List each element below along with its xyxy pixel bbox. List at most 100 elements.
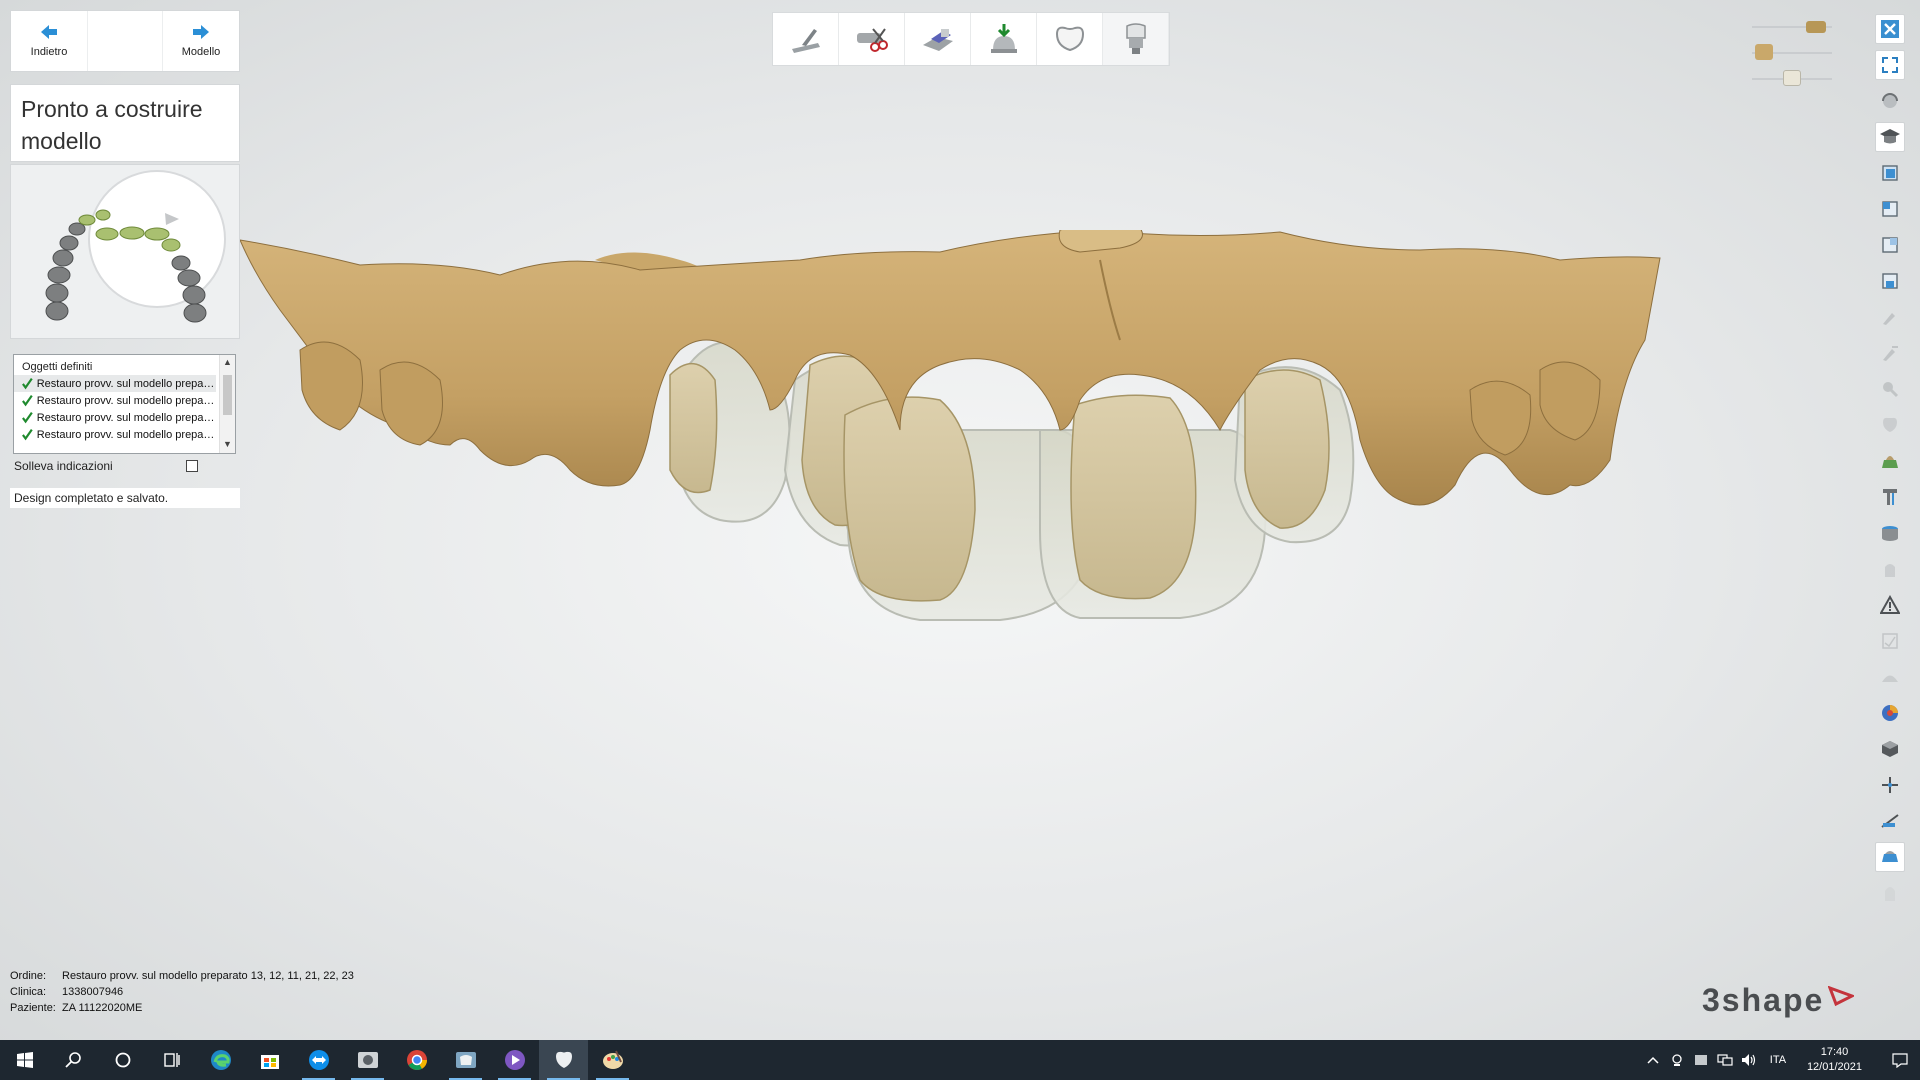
scroll-thumb[interactable] — [223, 375, 232, 415]
tooth-transparency-slider[interactable] — [1752, 70, 1832, 86]
dental-model-button[interactable] — [1875, 842, 1905, 872]
search-button[interactable] — [49, 1040, 98, 1080]
view-top-button[interactable] — [1875, 158, 1905, 188]
tooth-library-button[interactable] — [1875, 410, 1905, 440]
windows-logo-icon — [16, 1052, 33, 1068]
sculpt-icon — [1883, 346, 1898, 361]
windows-taskbar: ITA 17:40 12/01/2021 — [0, 1040, 1920, 1080]
checkmark-icon — [22, 377, 33, 390]
brand-name: 3shape — [1702, 982, 1825, 1018]
taskbar-dental-system[interactable] — [441, 1040, 490, 1080]
cortana-button[interactable] — [98, 1040, 147, 1080]
scissors-tool-button[interactable] — [839, 13, 905, 65]
network-tray-icon[interactable] — [1713, 1053, 1737, 1067]
taskbar-media-player[interactable] — [490, 1040, 539, 1080]
chevron-up-icon[interactable]: ▲ — [223, 357, 232, 367]
download-model-icon — [990, 24, 1017, 53]
scanner-tray-icon[interactable] — [1689, 1053, 1713, 1067]
action-center-icon[interactable] — [1880, 1052, 1920, 1068]
list-item[interactable]: Restauro provv. sul modello preparato 13 — [14, 375, 216, 392]
taskbar-teamviewer[interactable] — [294, 1040, 343, 1080]
3d-viewport[interactable] — [239, 223, 1700, 690]
taskbar-store[interactable] — [245, 1040, 294, 1080]
list-item[interactable]: Restauro provv. sul modello preparato 12 — [14, 392, 216, 409]
scissors-tool-icon — [856, 28, 888, 52]
taskbar-edge[interactable] — [196, 1040, 245, 1080]
order-value: Restauro provv. sul modello preparato 13… — [62, 970, 354, 982]
model-base-button[interactable] — [905, 13, 971, 65]
jaw-overview-thumbnail[interactable] — [10, 164, 240, 339]
objects-scrollbar[interactable]: ▲ ▼ — [219, 355, 235, 453]
color-map-button[interactable] — [1875, 698, 1905, 728]
model-slider-knob[interactable] — [1806, 21, 1826, 33]
view-side-button[interactable] — [1875, 230, 1905, 260]
task-view-icon — [163, 1053, 180, 1067]
sculpt-add-button[interactable] — [1875, 302, 1905, 332]
model-transparency-slider[interactable] — [1752, 21, 1832, 33]
workflow-toolbar — [772, 12, 1170, 66]
sculpt-remove-button[interactable] — [1875, 338, 1905, 368]
dental-model-render — [239, 223, 1661, 621]
smooth-tool-button[interactable] — [1875, 374, 1905, 404]
raise-indications-checkbox[interactable] — [186, 460, 198, 472]
tray-chevron-up-icon[interactable] — [1641, 1056, 1665, 1064]
clip-plane-icon — [1882, 633, 1898, 649]
clip-plane-button[interactable] — [1875, 626, 1905, 656]
restoration-transparency-slider[interactable] — [1752, 44, 1832, 60]
gingiva-view-button[interactable] — [1875, 662, 1905, 692]
order-key: Ordine: — [10, 970, 47, 982]
list-item[interactable]: Restauro provv. sul modello preparato 11 — [14, 409, 216, 426]
measure-button[interactable] — [1875, 482, 1905, 512]
volume-tray-icon[interactable] — [1737, 1053, 1761, 1067]
camera-app-icon — [357, 1052, 378, 1068]
list-item[interactable]: Restauro provv. sul modello preparato 21 — [14, 426, 216, 443]
tooth-slider-knob[interactable] — [1783, 70, 1801, 86]
clinic-key: Clinica: — [10, 986, 47, 998]
checkmark-icon — [22, 394, 33, 407]
view-front-button[interactable] — [1875, 194, 1905, 224]
raise-indications-row: Solleva indicazioni — [14, 459, 198, 473]
axis-button[interactable] — [1875, 770, 1905, 800]
taskbar-chrome[interactable] — [392, 1040, 441, 1080]
webcam-tray-icon[interactable] — [1665, 1053, 1689, 1067]
model-view-button[interactable] — [1875, 446, 1905, 476]
download-model-button[interactable] — [971, 13, 1037, 65]
preparation-view-button[interactable] — [1875, 554, 1905, 584]
fullscreen-icon — [1882, 57, 1898, 73]
next-button[interactable]: Modello — [163, 11, 239, 71]
tooth-icon — [1883, 417, 1897, 432]
tutorial-button[interactable] — [1875, 122, 1905, 152]
back-button[interactable]: Indietro — [11, 11, 87, 71]
knife-tool-button[interactable] — [773, 13, 839, 65]
crown-tooth-button[interactable] — [1037, 13, 1103, 65]
chevron-down-icon[interactable]: ▼ — [223, 439, 232, 449]
input-language[interactable]: ITA — [1761, 1054, 1795, 1066]
clinic-value: 1338007946 — [62, 986, 124, 998]
taskbar-dental-designer[interactable] — [539, 1040, 588, 1080]
view-bottom-button[interactable] — [1875, 266, 1905, 296]
taskbar-clock[interactable]: 17:40 12/01/2021 — [1807, 1045, 1862, 1075]
cross-section-button[interactable] — [1875, 806, 1905, 836]
right-toolbar — [1875, 14, 1907, 914]
task-view-button[interactable] — [147, 1040, 196, 1080]
chrome-browser-icon — [406, 1050, 427, 1070]
checkmark-icon — [22, 411, 33, 424]
start-button[interactable] — [0, 1040, 49, 1080]
dental-system-icon — [455, 1052, 476, 1068]
die-tooth-button[interactable] — [1103, 13, 1169, 65]
rotate-view-button[interactable] — [1875, 86, 1905, 116]
measure-icon — [1883, 489, 1897, 505]
taskbar-scanner-app[interactable] — [343, 1040, 392, 1080]
taskbar-paint[interactable] — [588, 1040, 637, 1080]
die-icon — [1882, 526, 1898, 541]
design-status-message: Design completato e salvato. — [10, 488, 240, 508]
solid-view-button[interactable] — [1875, 734, 1905, 764]
tooth-shape-button[interactable] — [1875, 878, 1905, 908]
warnings-button[interactable] — [1875, 590, 1905, 620]
restoration-slider-knob[interactable] — [1755, 44, 1773, 60]
close-button[interactable] — [1875, 14, 1905, 44]
die-view-button[interactable] — [1875, 518, 1905, 548]
order-info: Ordine: Restauro provv. sul modello prepa… — [10, 968, 354, 1016]
store-bag-icon — [260, 1055, 279, 1069]
fullscreen-button[interactable] — [1875, 50, 1905, 80]
